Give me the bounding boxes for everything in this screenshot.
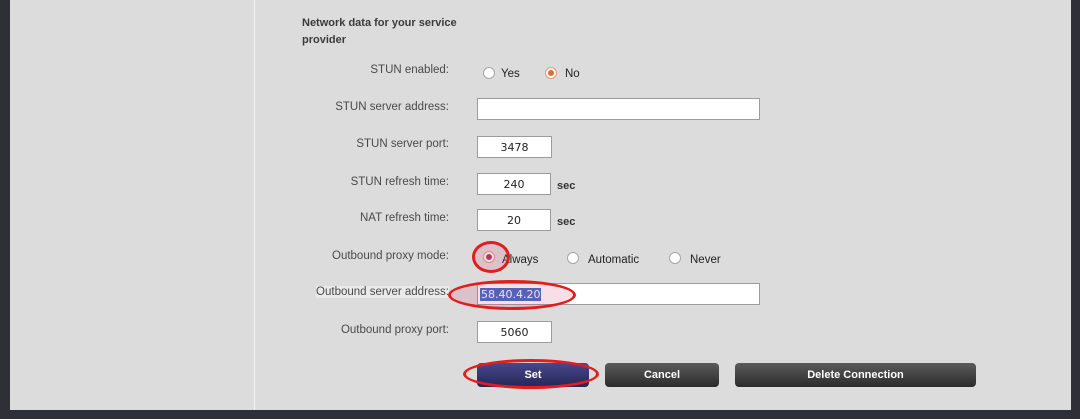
nat-refresh-time-label: NAT refresh time: <box>359 212 449 224</box>
stun-enabled-yes-label[interactable]: Yes <box>501 68 520 80</box>
outbound-proxy-port-input[interactable]: 5060 <box>477 321 552 343</box>
outbound-proxy-mode-label: Outbound proxy mode: <box>332 250 449 262</box>
outbound-server-address-label: Outbound server address: <box>316 286 449 298</box>
outbound-server-address-input[interactable]: 58.40.4.20 <box>477 283 760 305</box>
stun-refresh-time-input[interactable]: 240 <box>477 173 551 195</box>
stun-enabled-label: STUN enabled: <box>370 64 449 76</box>
stun-enabled-no-label[interactable]: No <box>565 68 580 80</box>
selected-text: 58.40.4.20 <box>480 288 542 301</box>
stun-server-port-label: STUN server port: <box>356 138 449 150</box>
settings-panel <box>10 0 1071 410</box>
outbound-proxy-never-label[interactable]: Never <box>690 254 721 266</box>
stun-refresh-time-unit: sec <box>557 180 576 192</box>
outbound-proxy-never-radio[interactable] <box>669 252 681 264</box>
stun-enabled-no-radio[interactable] <box>545 67 557 79</box>
outbound-proxy-always-radio[interactable] <box>483 251 495 263</box>
stun-server-address-label: STUN server address: <box>335 101 449 113</box>
stun-server-port-input[interactable]: 3478 <box>477 136 552 158</box>
nat-refresh-time-input[interactable]: 20 <box>477 209 551 231</box>
nat-refresh-time-unit: sec <box>557 216 576 228</box>
outbound-proxy-automatic-radio[interactable] <box>567 252 579 264</box>
outbound-proxy-port-label: Outbound proxy port: <box>340 324 449 336</box>
left-column <box>10 0 255 410</box>
stun-enabled-yes-radio[interactable] <box>483 67 495 79</box>
outbound-proxy-always-label[interactable]: Always <box>502 254 538 266</box>
cancel-button[interactable]: Cancel <box>605 363 719 387</box>
delete-connection-button[interactable]: Delete Connection <box>735 363 976 387</box>
stun-server-address-input[interactable] <box>477 98 760 120</box>
section-heading: Network data for your service provider <box>302 17 457 46</box>
set-button[interactable]: Set <box>477 363 589 387</box>
outbound-proxy-automatic-label[interactable]: Automatic <box>588 254 639 266</box>
stun-refresh-time-label: STUN refresh time: <box>350 176 449 188</box>
